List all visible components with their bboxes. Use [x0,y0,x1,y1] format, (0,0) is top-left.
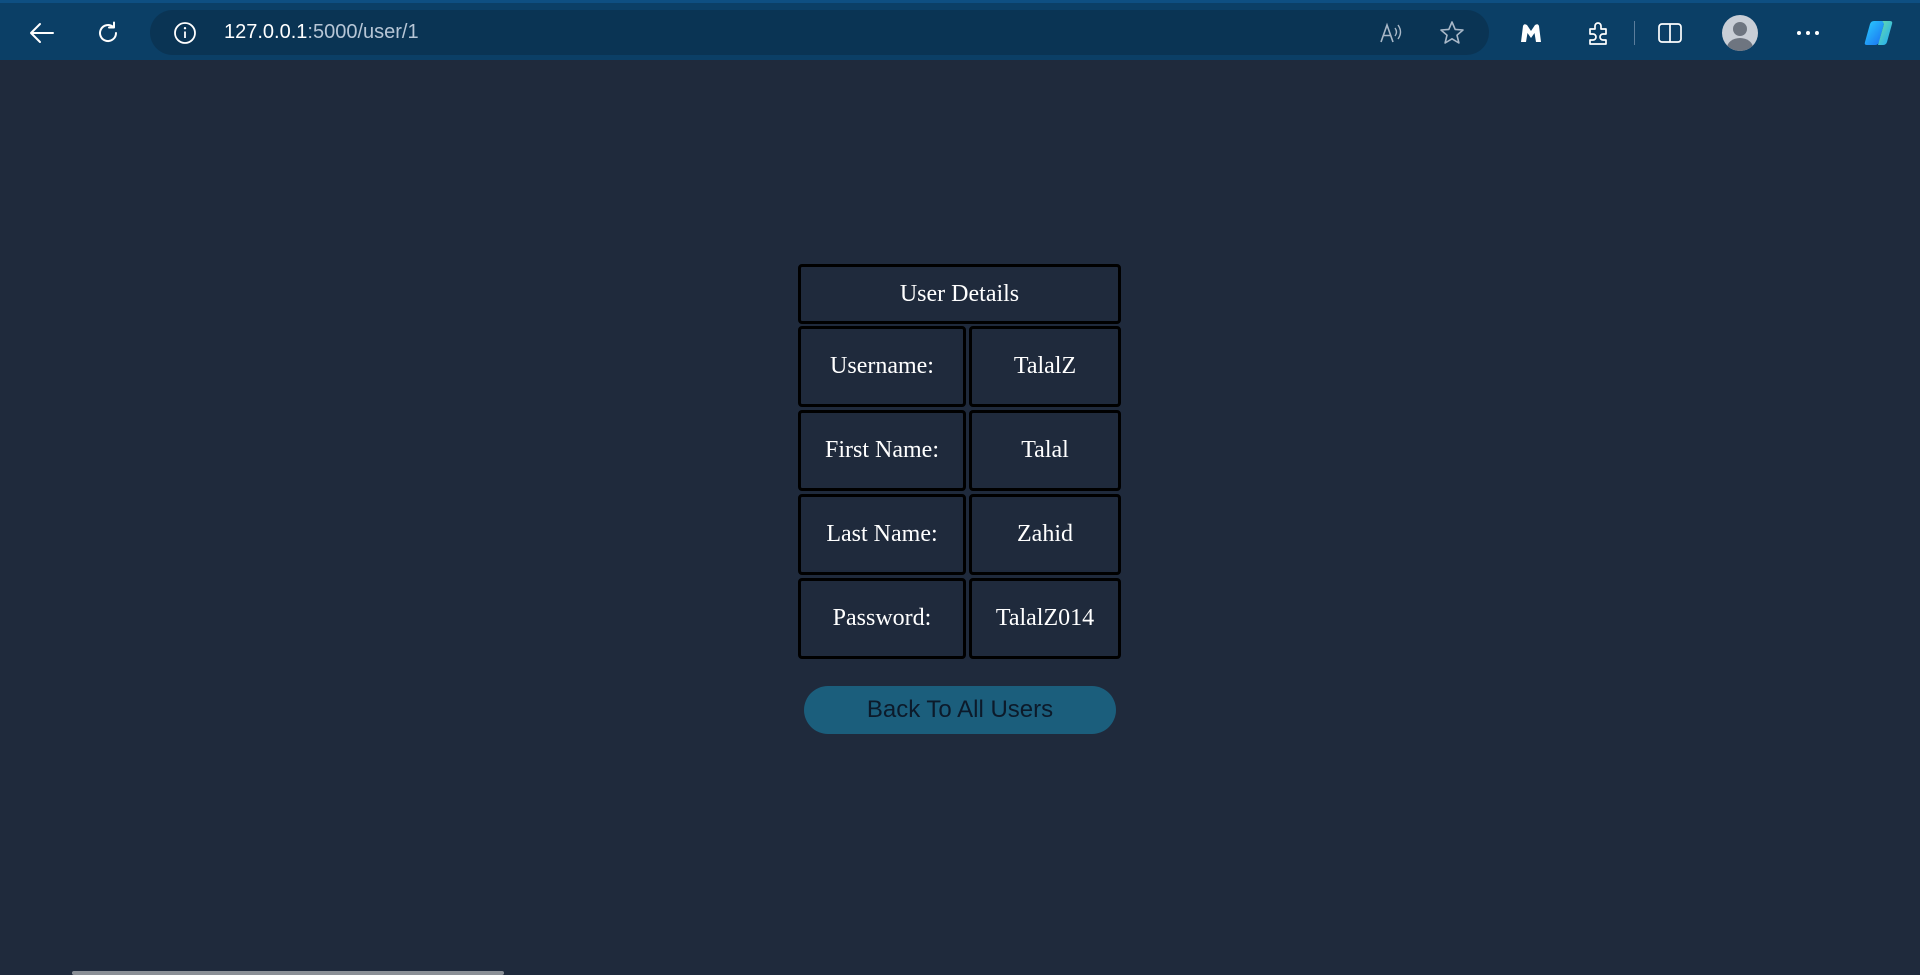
address-bar[interactable]: 127.0.0.1:5000/user/1 [150,10,1489,55]
site-info-icon[interactable] [173,21,197,45]
scrollbar-thumb[interactable] [72,971,504,975]
username-label: Username: [798,326,966,407]
first-name-label: First Name: [798,410,966,491]
password-label: Password: [798,578,966,659]
url-text[interactable]: 127.0.0.1:5000/user/1 [224,10,419,55]
read-aloud-icon[interactable] [1377,18,1407,48]
user-details-title: User Details [798,264,1121,324]
first-name-value: Talal [969,410,1121,491]
back-to-all-users-button[interactable]: Back To All Users [804,686,1116,734]
malwarebytes-icon[interactable] [1511,13,1551,53]
last-name-value: Zahid [969,494,1121,575]
browser-toolbar: 127.0.0.1:5000/user/1 [0,0,1920,60]
last-name-label: Last Name: [798,494,966,575]
split-screen-icon[interactable] [1650,13,1690,53]
refresh-icon[interactable] [88,13,128,53]
username-value: TalalZ [969,326,1121,407]
back-arrow-icon[interactable] [22,13,62,53]
more-icon[interactable] [1788,13,1828,53]
url-path: :5000/user/1 [307,21,419,43]
url-host: 127.0.0.1 [224,21,308,43]
profile-icon[interactable] [1722,15,1758,51]
toolbar-separator [1634,21,1635,45]
copilot-icon[interactable] [1859,13,1899,53]
password-value: TalalZ014 [969,578,1121,659]
extensions-icon[interactable] [1579,13,1619,53]
favorite-star-icon[interactable] [1437,18,1467,48]
